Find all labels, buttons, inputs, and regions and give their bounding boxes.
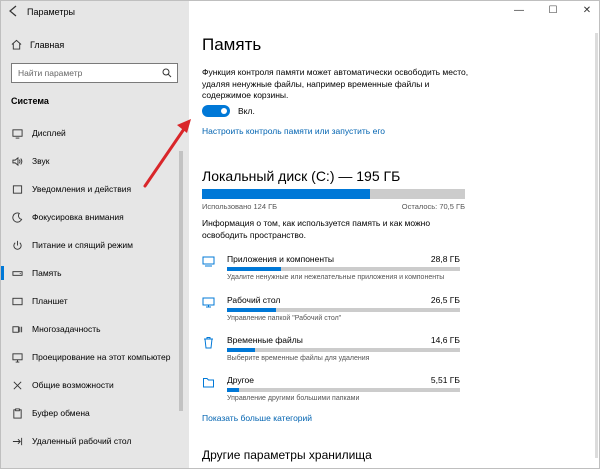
sidebar-item-label: Уведомления и действия xyxy=(32,184,132,194)
minimize-button[interactable]: — xyxy=(513,5,525,16)
desktop-icon xyxy=(202,296,215,309)
category-bar xyxy=(227,388,460,392)
sidebar-item-label: Память xyxy=(32,268,62,278)
window-controls: — ☐ ✕ xyxy=(513,5,593,16)
toggle-state-label: Вкл. xyxy=(238,106,255,116)
sidebar-item-projecting[interactable]: Проецирование на этот компьютер xyxy=(1,343,189,371)
storage-info-text: Информация о том, как используется памят… xyxy=(202,218,431,240)
sidebar-item-shared-experiences[interactable]: Общие возможности xyxy=(1,371,189,399)
tablet-icon xyxy=(11,295,23,307)
category-bar-fill xyxy=(227,348,255,352)
other-storage-settings-heading: Другие параметры хранилища xyxy=(202,448,372,462)
home-link[interactable]: Главная xyxy=(11,39,64,50)
category-other[interactable]: Другое 5,51 ГБ Управление другими больши… xyxy=(202,374,462,410)
shared-experiences-icon xyxy=(11,379,23,391)
category-size: 28,8 ГБ xyxy=(430,254,460,264)
focus-assist-icon xyxy=(11,211,23,223)
category-temp-files[interactable]: Временные файлы 14,6 ГБ Выберите временн… xyxy=(202,334,462,370)
category-subtitle: Управление папкой "Рабочий стол" xyxy=(227,315,342,322)
sidebar-scrollbar[interactable] xyxy=(179,151,183,411)
power-icon xyxy=(11,239,23,251)
category-bar xyxy=(227,267,460,271)
sidebar-nav: Дисплей Звук Уведомления и действия Фоку… xyxy=(1,119,189,455)
home-icon xyxy=(11,39,22,50)
configure-storage-sense-link[interactable]: Настроить контроль памяти или запустить … xyxy=(202,126,385,136)
sidebar-item-label: Многозадачность xyxy=(32,324,101,334)
disk-usage-bar xyxy=(202,189,465,199)
window-title: Параметры xyxy=(27,7,75,17)
category-bar-fill xyxy=(227,388,239,392)
search-icon xyxy=(162,68,172,78)
category-name: Рабочий стол xyxy=(227,295,281,305)
category-bar xyxy=(227,308,460,312)
storage-icon xyxy=(11,267,23,279)
sidebar-item-sound[interactable]: Звук xyxy=(1,147,189,175)
sidebar-item-focus-assist[interactable]: Фокусировка внимания xyxy=(1,203,189,231)
sidebar-item-remote-desktop[interactable]: Удаленный рабочий стол xyxy=(1,427,189,455)
category-subtitle: Удалите ненужные или нежелательные прило… xyxy=(227,274,445,281)
home-label: Главная xyxy=(30,39,65,50)
sound-icon xyxy=(11,155,23,167)
category-subtitle: Управление другими большими папками xyxy=(227,395,360,402)
sidebar-item-power[interactable]: Питание и спящий режим xyxy=(1,231,189,259)
display-icon xyxy=(11,127,23,139)
sidebar: Параметры Главная Найти параметр Система… xyxy=(1,1,189,468)
category-subtitle: Выберите временные файлы для удаления xyxy=(227,355,370,362)
sidebar-item-notifications[interactable]: Уведомления и действия xyxy=(1,175,189,203)
projecting-icon xyxy=(11,351,23,363)
multitasking-icon xyxy=(11,323,23,335)
category-bar-fill xyxy=(227,267,281,271)
close-button[interactable]: ✕ xyxy=(581,5,593,16)
sidebar-item-label: Буфер обмена xyxy=(32,408,90,418)
category-size: 14,6 ГБ xyxy=(430,335,460,345)
storage-sense-toggle[interactable] xyxy=(202,105,230,117)
section-heading: Система xyxy=(11,96,49,106)
category-desktop[interactable]: Рабочий стол 26,5 ГБ Управление папкой "… xyxy=(202,294,462,330)
trash-icon xyxy=(202,336,215,349)
category-name: Другое xyxy=(227,375,255,385)
show-more-categories-link[interactable]: Показать больше категорий xyxy=(202,413,312,423)
search-placeholder: Найти параметр xyxy=(18,68,83,78)
sidebar-item-label: Общие возможности xyxy=(32,380,114,390)
category-name: Приложения и компоненты xyxy=(227,254,335,264)
sidebar-item-label: Планшет xyxy=(32,296,68,306)
settings-window: Параметры Главная Найти параметр Система… xyxy=(0,0,600,469)
disk-free-label: Осталось: 70,5 ГБ xyxy=(401,202,465,211)
back-button[interactable] xyxy=(7,4,19,18)
sidebar-item-clipboard[interactable]: Буфер обмена xyxy=(1,399,189,427)
sidebar-item-label: Проецирование на этот компьютер xyxy=(32,352,171,362)
category-name: Временные файлы xyxy=(227,335,303,345)
category-size: 26,5 ГБ xyxy=(430,295,460,305)
sidebar-item-label: Звук xyxy=(32,156,50,166)
notifications-icon xyxy=(11,183,23,195)
sidebar-item-label: Дисплей xyxy=(32,128,66,138)
folder-icon xyxy=(202,376,215,389)
sidebar-item-label: Питание и спящий режим xyxy=(32,240,133,250)
sidebar-item-storage[interactable]: Память xyxy=(1,259,189,287)
disk-title: Локальный диск (C:) — 195 ГБ xyxy=(202,168,401,184)
category-size: 5,51 ГБ xyxy=(430,375,460,385)
category-apps[interactable]: Приложения и компоненты 28,8 ГБ Удалите … xyxy=(202,253,462,289)
clipboard-icon xyxy=(11,407,23,419)
storage-sense-description: Функция контроля памяти может автоматиче… xyxy=(202,67,469,100)
sidebar-item-label: Фокусировка внимания xyxy=(32,212,124,222)
back-arrow-icon xyxy=(9,5,17,17)
main-content: — ☐ ✕ Память Функция контроля памяти мож… xyxy=(189,1,599,468)
sidebar-item-tablet[interactable]: Планшет xyxy=(1,287,189,315)
search-input[interactable]: Найти параметр xyxy=(11,63,178,83)
apps-icon xyxy=(202,255,215,268)
sidebar-item-multitasking[interactable]: Многозадачность xyxy=(1,315,189,343)
sidebar-item-label: Удаленный рабочий стол xyxy=(32,436,132,446)
category-bar-fill xyxy=(227,308,276,312)
disk-usage-fill xyxy=(202,189,371,199)
main-scrollbar[interactable] xyxy=(595,33,598,458)
page-title: Память xyxy=(202,35,262,54)
sidebar-item-display[interactable]: Дисплей xyxy=(1,119,189,147)
remote-desktop-icon xyxy=(11,435,23,447)
maximize-button[interactable]: ☐ xyxy=(547,5,559,16)
category-bar xyxy=(227,348,460,352)
